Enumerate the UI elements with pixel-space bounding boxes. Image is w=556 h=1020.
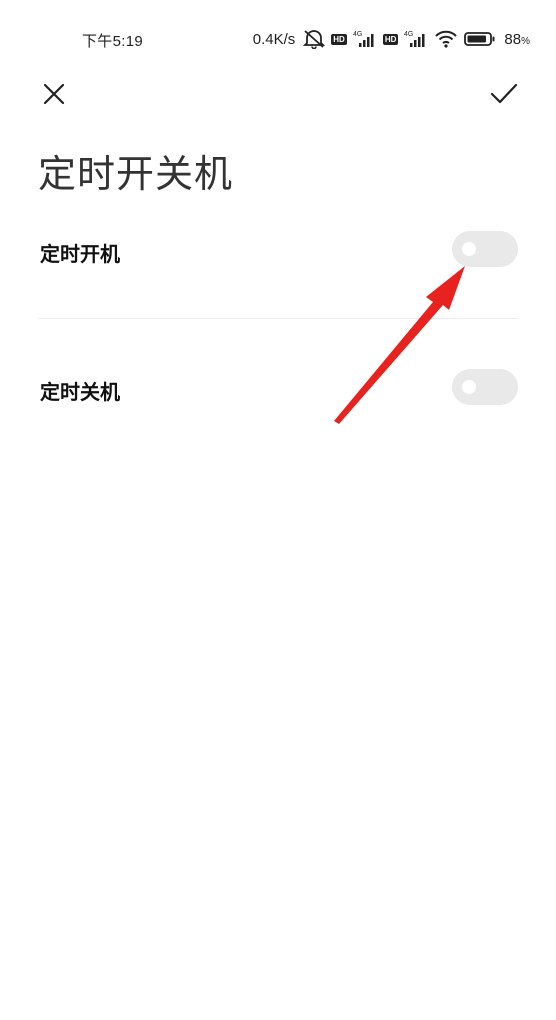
battery-icon xyxy=(464,30,496,48)
status-icons: 0.4K/s HD 4G HD 4G 88% xyxy=(253,26,530,52)
power-off-toggle[interactable] xyxy=(452,369,518,405)
hd-icon: HD xyxy=(382,33,399,45)
toolbar xyxy=(0,66,556,122)
status-time: 下午5:19 xyxy=(82,33,143,50)
close-button[interactable] xyxy=(36,76,72,112)
divider xyxy=(38,318,518,319)
setting-row-power-off[interactable]: 定时关机 xyxy=(38,358,518,418)
page-title: 定时开关机 xyxy=(38,154,234,196)
close-icon xyxy=(43,83,65,105)
status-bar: 下午5:19 0.4K/s HD 4G HD 4G 88% xyxy=(0,0,556,66)
wifi-icon xyxy=(434,29,458,49)
network-type-label: 4G xyxy=(404,31,413,38)
network-speed: 0.4K/s xyxy=(252,30,296,48)
toggle-knob xyxy=(462,380,476,394)
setting-row-power-on[interactable]: 定时开机 xyxy=(38,220,518,280)
setting-label-power-off: 定时关机 xyxy=(40,382,120,404)
check-icon xyxy=(490,83,518,104)
hd-icon: HD xyxy=(331,33,347,45)
alarm-off-icon xyxy=(303,29,326,49)
signal-icon: 4G xyxy=(404,29,428,49)
power-on-toggle[interactable] xyxy=(452,231,518,267)
network-type-label: 4G xyxy=(353,31,362,38)
setting-label-power-on: 定时开机 xyxy=(40,244,120,266)
toggle-knob xyxy=(462,242,476,256)
battery-percentage: 88% xyxy=(504,30,530,48)
confirm-button[interactable] xyxy=(486,76,522,112)
signal-icon: 4G xyxy=(353,29,377,49)
